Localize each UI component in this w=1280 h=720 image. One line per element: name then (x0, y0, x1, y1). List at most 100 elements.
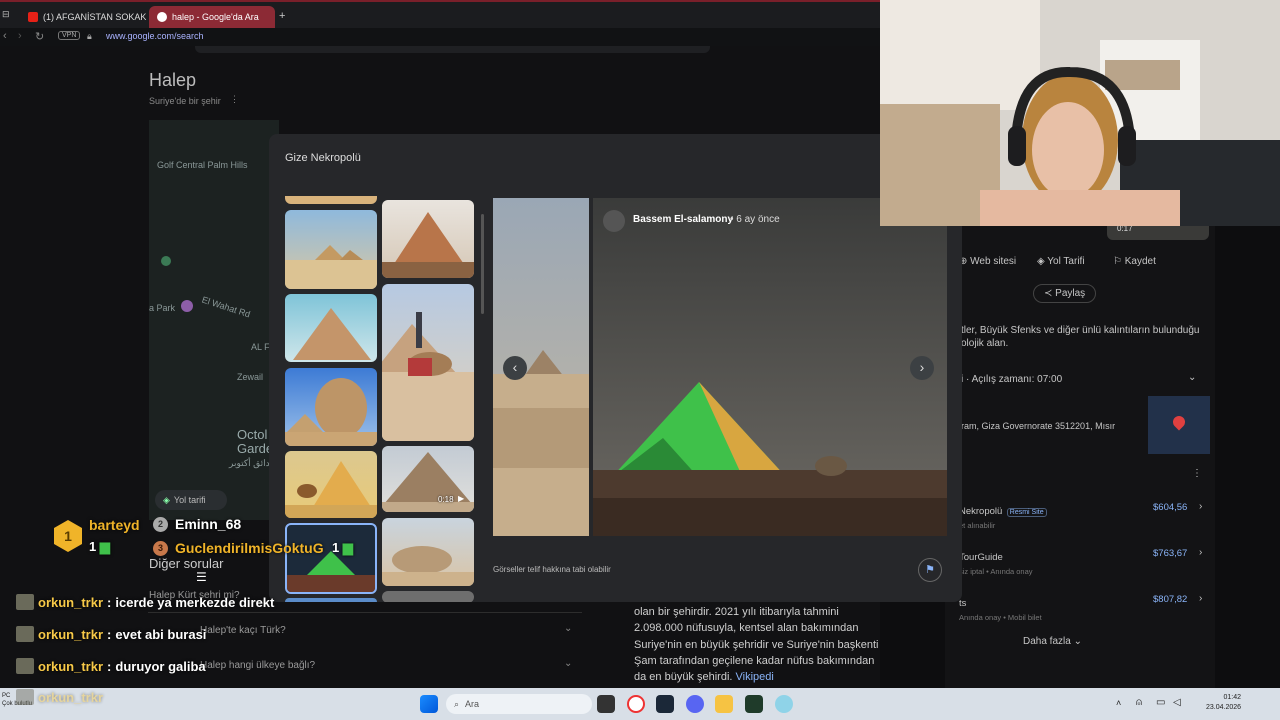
ticket-row[interactable]: ts Anında onay • Mobil bilet $807,82 › (959, 593, 1209, 639)
question-item[interactable]: Halep hangi ülkeye bağlı? (200, 660, 315, 671)
search-placeholder: Ara (465, 699, 480, 709)
thumbnail-scrollbar[interactable] (481, 214, 484, 314)
next-image-button[interactable]: › (910, 356, 934, 380)
image-thumbnail[interactable] (382, 518, 474, 586)
image-thumbnail-selected[interactable] (285, 523, 377, 594)
website-button[interactable]: ⊕ Web sitesi (959, 256, 1016, 267)
tab-list-icon[interactable]: ⊟ (2, 9, 10, 20)
illuminated-pyramid-art (593, 382, 947, 536)
more-button[interactable]: Daha fazla ⌄ (1023, 636, 1082, 647)
sphinx-thumbnail-art (285, 378, 377, 446)
save-button[interactable]: ⚐ Kaydet (1113, 256, 1156, 267)
directions-button[interactable]: ◈ Yol tarifi (155, 490, 227, 510)
report-button[interactable]: ⚑ (918, 558, 942, 582)
back-icon[interactable]: ‹ (3, 30, 7, 42)
task-view-icon[interactable] (597, 695, 615, 713)
top-user-count: 1 ▆ (332, 540, 353, 556)
video-thumbnail[interactable]: 0:17 (1107, 224, 1209, 240)
image-thumbnail[interactable] (285, 210, 377, 289)
flag-icon: ⚑ (925, 564, 935, 576)
file-explorer-icon[interactable] (715, 695, 733, 713)
new-tab-button[interactable]: + (279, 10, 285, 22)
chevron-down-icon[interactable]: ⌄ (564, 623, 572, 634)
tray-chevron-icon[interactable]: ˄ (1116, 698, 1121, 708)
tab-google-search[interactable]: halep - Google'da Ara (149, 6, 275, 28)
directions-icon: ◈ (163, 494, 170, 505)
address-bar: ‹ › ↻ VPN 🔒︎ www.google.com/search (0, 28, 880, 46)
divider (148, 612, 582, 613)
chat-text: duruyor galiba (115, 658, 206, 674)
chevron-down-icon[interactable]: ⌄ (564, 658, 572, 669)
author-avatar[interactable] (603, 210, 625, 232)
chat-user: orkun_trkr (38, 626, 104, 642)
chevron-left-icon: ‹ (512, 359, 518, 375)
image-thumbnail[interactable] (285, 451, 377, 518)
main-image[interactable]: Bassem El-salamony • 6 ay önce (593, 198, 947, 536)
mini-map[interactable] (1148, 396, 1210, 454)
park-pin-icon[interactable] (181, 300, 193, 312)
network-icon[interactable]: ▭ (1156, 697, 1165, 708)
rank-3-badge: 3 (153, 541, 168, 556)
taskbar-search[interactable]: ⌕ Ara (446, 694, 592, 714)
image-thumbnail[interactable] (382, 284, 474, 441)
chat-message: orkun_trkr (16, 689, 103, 705)
ticket-row[interactable]: Nekropolü Resmi Site et alınabilir $604,… (959, 501, 1209, 547)
image-thumbnail[interactable]: 0:18 ▶ (382, 446, 474, 512)
clock[interactable]: 01:42 23.04.2026 (1206, 693, 1241, 713)
url-field[interactable]: www.google.com/search (106, 31, 204, 41)
rank-2-badge: 2 (153, 517, 168, 532)
description-line: olan bir şehirdir. 2021 yılı itibarıyla … (634, 606, 839, 618)
video-duration: 0:18 (438, 495, 454, 504)
top-user-name: barteyd (89, 517, 140, 533)
volume-icon[interactable]: ◁ (1173, 697, 1181, 708)
knowledge-panel: 0:17 ⊕ Web sitesi ◈ Yol Tarifi ⚐ Kaydet … (945, 224, 1215, 688)
youtube-icon (28, 12, 38, 22)
discord-icon[interactable] (686, 695, 704, 713)
author-name[interactable]: Bassem El-salamony (633, 214, 733, 225)
pyramid-sphinx-thumbnail-art (382, 212, 474, 278)
forward-icon[interactable]: › (18, 30, 22, 42)
more-options-icon[interactable]: ⋮ (1192, 468, 1202, 479)
opening-hours[interactable]: i · Açılış zamanı: 07:00 (961, 374, 1062, 385)
tab-youtube[interactable]: (1) AFGANİSTAN SOKAK Y (20, 6, 146, 28)
microphone-icon[interactable]: ⍝ (1136, 697, 1142, 708)
reload-icon[interactable]: ↻ (35, 30, 44, 43)
golf-pin-icon[interactable] (161, 256, 171, 266)
camel-rider-thumbnail-art (382, 312, 474, 441)
gift-icon: ▆ (99, 539, 110, 554)
top-user-count: 1 ▆ (89, 539, 110, 555)
avatar (16, 626, 34, 642)
image-thumbnail[interactable] (382, 591, 474, 602)
copyright-note: Görseller telif hakkına tabi olabilir (493, 565, 611, 574)
map-preview[interactable]: Golf Central Palm Hills El Wahat Rd a Pa… (149, 120, 279, 520)
official-badge: Resmi Site (1006, 508, 1047, 517)
image-thumbnail[interactable] (285, 598, 377, 602)
app-icon[interactable] (775, 695, 793, 713)
avatar (16, 594, 34, 610)
entity-title: Halep (149, 70, 197, 90)
ticket-row[interactable]: TourGuide siz iptal • Anında onay $763,6… (959, 547, 1209, 593)
more-options-icon[interactable]: ⋮ (230, 94, 239, 105)
opera-icon[interactable] (627, 695, 645, 713)
question-item[interactable]: Halep'te kaçı Türk? (200, 625, 286, 636)
image-thumbnail[interactable] (285, 294, 377, 362)
image-thumbnail[interactable] (382, 200, 474, 278)
clock-time: 01:42 (1223, 694, 1242, 701)
vpn-badge[interactable]: VPN (58, 31, 81, 40)
lock-icon[interactable]: 🔒︎ (87, 31, 92, 42)
ticket-price: $807,82 (1153, 594, 1188, 605)
count-value: 1 (332, 540, 340, 555)
image-thumbnail[interactable] (285, 196, 377, 204)
wikipedia-link[interactable]: Vikipedi (736, 671, 774, 683)
map-label: Golf Central Palm Hills (157, 160, 248, 170)
chevron-down-icon[interactable]: ⌄ (1188, 372, 1196, 383)
share-button[interactable]: ≺ Paylaş (1033, 284, 1097, 303)
directions-button[interactable]: ◈ Yol Tarifi (1037, 256, 1085, 267)
description-line: 2.098.000 nüfusuyla, kentsel alan bakımı… (634, 622, 859, 635)
streamer-webcam-art (880, 0, 1280, 226)
app-icon[interactable] (745, 695, 763, 713)
previous-image-button[interactable]: ‹ (503, 356, 527, 380)
steam-icon[interactable] (656, 695, 674, 713)
image-thumbnail[interactable] (285, 368, 377, 446)
start-icon[interactable] (420, 695, 438, 713)
